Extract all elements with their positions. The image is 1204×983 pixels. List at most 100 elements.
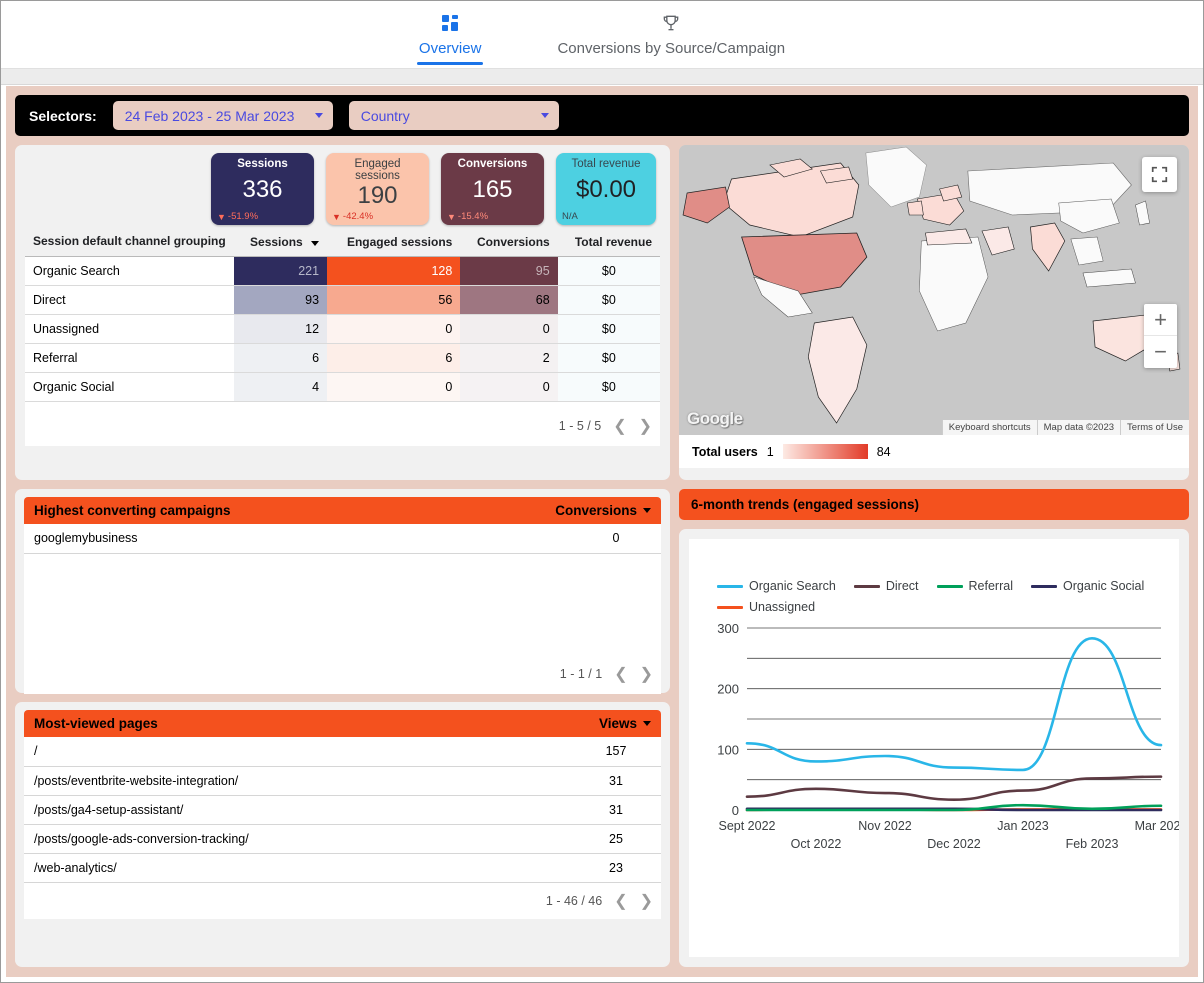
sort-desc-icon	[311, 241, 320, 246]
map-legend-min: 1	[766, 444, 774, 459]
pages-metric-header[interactable]: Views	[599, 716, 651, 731]
geo-map-card: + − Google Keyboard shortcuts Map data ©…	[679, 145, 1189, 480]
terms-of-use-link[interactable]: Terms of Use	[1120, 420, 1189, 435]
campaigns-body: googlemybusiness 0 1 - 1 / 1 ❮ ❯	[24, 524, 661, 694]
col-engaged-sessions[interactable]: Engaged sessions	[327, 229, 461, 257]
list-item[interactable]: / 157	[24, 737, 661, 767]
geo-map[interactable]: + − Google Keyboard shortcuts Map data ©…	[679, 145, 1189, 435]
legend-item-referral[interactable]: Referral	[936, 579, 1013, 593]
table-row[interactable]: Direct 93 56 68 $0	[25, 285, 660, 315]
prev-page-icon[interactable]: ❮	[614, 664, 627, 684]
legend-item-direct[interactable]: Direct	[853, 579, 919, 593]
campaigns-panel: Highest converting campaigns Conversions…	[15, 489, 670, 694]
list-item[interactable]: /posts/eventbrite-website-integration/ 3…	[24, 766, 661, 796]
scorecard-sessions-delta-value: -51.9%	[227, 211, 259, 222]
list-item[interactable]: /web-analytics/ 23	[24, 853, 661, 883]
pages-body: / 157 /posts/eventbrite-website-integrat…	[24, 737, 661, 919]
keyboard-shortcuts-link[interactable]: Keyboard shortcuts	[941, 420, 1037, 435]
cell-conversions: 0	[460, 372, 558, 402]
col-channel[interactable]: Session default channel grouping	[25, 229, 234, 257]
next-page-icon[interactable]: ❯	[640, 891, 653, 911]
zoom-out-button[interactable]: −	[1144, 336, 1177, 368]
svg-text:Dec 2022: Dec 2022	[927, 837, 981, 851]
svg-text:Mar 2023: Mar 2023	[1135, 819, 1179, 833]
next-page-icon[interactable]: ❯	[639, 416, 652, 436]
prev-page-icon[interactable]: ❮	[614, 891, 627, 911]
toolbar-strip	[1, 69, 1203, 85]
dimension-selector[interactable]: Country	[348, 101, 559, 130]
col-conversions[interactable]: Conversions	[460, 229, 558, 257]
arrow-down-icon: ▼	[217, 211, 226, 222]
tab-overview[interactable]: Overview	[413, 1, 488, 65]
campaigns-table: googlemybusiness 0	[24, 524, 661, 554]
dashboard-root: Overview Conversions by Source/Campaign …	[0, 0, 1204, 983]
scorecard-conversions[interactable]: Conversions 165 ▼ -15.4%	[441, 153, 544, 225]
dashboard-grid-icon	[440, 11, 460, 35]
tab-active-underline	[416, 62, 484, 65]
zoom-in-button[interactable]: +	[1144, 304, 1177, 336]
page-views: 25	[571, 824, 661, 854]
pages-metric-label: Views	[598, 716, 637, 731]
scorecard-engaged-sessions[interactable]: Engaged sessions 190 ▼ -42.4%	[326, 153, 429, 225]
date-range-selector[interactable]: 24 Feb 2023 - 25 Mar 2023	[112, 101, 333, 130]
tab-bar: Overview Conversions by Source/Campaign	[1, 1, 1203, 69]
row-secondary: Highest converting campaigns Conversions…	[15, 489, 1189, 967]
campaign-name: googlemybusiness	[24, 524, 571, 554]
col-total-revenue[interactable]: Total revenue	[557, 229, 660, 257]
next-page-icon[interactable]: ❯	[640, 664, 653, 684]
dimension-value: Country	[360, 107, 410, 124]
page-views: 31	[571, 795, 661, 825]
map-data-label: Map data ©2023	[1036, 420, 1121, 435]
table-row[interactable]: Referral 6 6 2 $0	[25, 343, 660, 373]
legend-label: Referral	[968, 579, 1013, 593]
channel-table: Session default channel grouping Session…	[25, 229, 660, 402]
page-path: /web-analytics/	[24, 853, 571, 883]
map-legend-gradient	[782, 444, 868, 459]
page-path: /	[24, 737, 571, 767]
legend-item-organic-search[interactable]: Organic Search	[717, 579, 836, 593]
cell-channel: Referral	[25, 343, 234, 373]
campaigns-metric-header[interactable]: Conversions	[555, 503, 651, 518]
scorecard-sessions[interactable]: Sessions 336 ▼ -51.9%	[211, 153, 314, 225]
scorecard-sessions-delta: ▼ -51.9%	[217, 211, 308, 222]
cell-revenue: $0	[557, 372, 660, 402]
cell-sessions: 4	[233, 372, 328, 402]
svg-text:Feb 2023: Feb 2023	[1066, 837, 1119, 851]
legend-label: Unassigned	[749, 600, 816, 614]
svg-text:Jan 2023: Jan 2023	[997, 819, 1048, 833]
legend-item-unassigned[interactable]: Unassigned	[717, 600, 1159, 614]
prev-page-icon[interactable]: ❮	[613, 416, 626, 436]
legend-swatch	[717, 584, 743, 588]
list-item[interactable]: /posts/google-ads-conversion-tracking/ 2…	[24, 824, 661, 854]
table-row[interactable]: Organic Social 4 0 0 $0	[25, 372, 660, 402]
trends-title: 6-month trends (engaged sessions)	[679, 489, 1189, 520]
page-path: /posts/google-ads-conversion-tracking/	[24, 824, 571, 854]
scorecard-conversions-title: Conversions	[457, 158, 528, 170]
trends-chart[interactable]: Organic Search Direct Referral Organic S…	[689, 539, 1187, 957]
table-row[interactable]: Unassigned 12 0 0 $0	[25, 314, 660, 344]
campaigns-metric-label: Conversions	[555, 503, 637, 518]
list-item[interactable]: googlemybusiness 0	[24, 524, 661, 554]
cell-revenue: $0	[557, 314, 660, 344]
scorecard-conversions-delta: ▼ -15.4%	[447, 211, 538, 222]
scorecard-total-revenue[interactable]: Total revenue $0.00 N/A	[556, 153, 656, 225]
channel-table-head: Session default channel grouping Session…	[25, 229, 660, 257]
scorecard-revenue-delta: N/A	[562, 211, 578, 222]
arrow-down-icon: ▼	[447, 211, 456, 222]
legend-item-organic-social[interactable]: Organic Social	[1030, 579, 1144, 593]
page-path: /posts/ga4-setup-assistant/	[24, 795, 571, 825]
cell-engaged: 128	[327, 256, 461, 286]
fullscreen-icon[interactable]	[1142, 157, 1177, 192]
legend-swatch	[1030, 584, 1057, 588]
cell-revenue: $0	[557, 256, 660, 286]
list-item[interactable]: /posts/ga4-setup-assistant/ 31	[24, 795, 661, 825]
chevron-down-icon	[314, 113, 323, 118]
tab-conversions-by-source-campaign[interactable]: Conversions by Source/Campaign	[551, 1, 791, 65]
pages-pager: 1 - 46 / 46 ❮ ❯	[24, 882, 661, 919]
cell-sessions: 6	[233, 343, 328, 373]
scorecard-revenue-value: $0.00	[575, 176, 637, 203]
map-legend-label: Total users	[692, 444, 758, 459]
pages-table: / 157 /posts/eventbrite-website-integrat…	[24, 737, 661, 883]
table-row[interactable]: Organic Search 221 128 95 $0	[25, 256, 660, 286]
col-sessions[interactable]: Sessions	[233, 229, 328, 257]
